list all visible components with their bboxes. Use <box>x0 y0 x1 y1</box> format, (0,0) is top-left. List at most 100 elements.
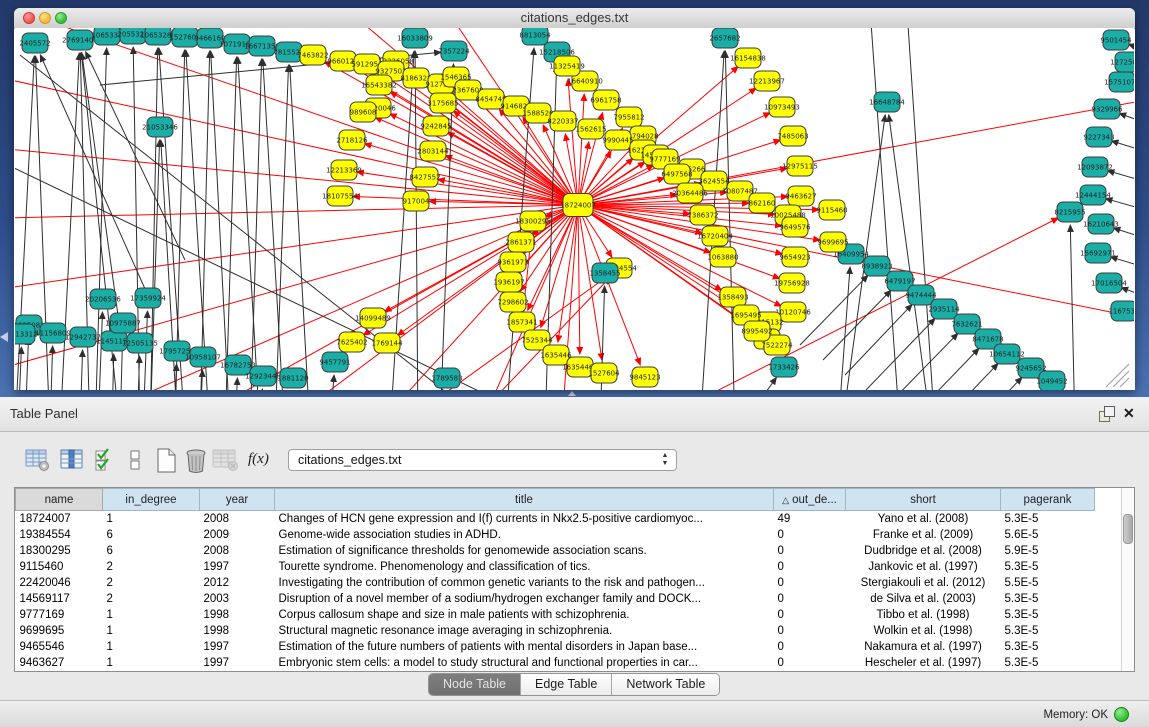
zoom-window-button[interactable] <box>55 12 67 24</box>
table-row[interactable]: 969969511998Structural magnetic resonanc… <box>16 623 1095 639</box>
graph-node[interactable]: 2405572 <box>19 33 50 53</box>
graph-node[interactable]: 2803144 <box>417 141 449 161</box>
graph-node[interactable]: 10958107 <box>185 347 221 367</box>
graph-node[interactable]: 1527604 <box>588 363 620 383</box>
graph-node[interactable]: 2657682 <box>709 28 740 48</box>
graph-node[interactable]: 16033809 <box>397 28 433 48</box>
graph-node[interactable]: 15751074 <box>1104 72 1134 92</box>
graph-node[interactable]: 1789583 <box>431 368 462 388</box>
splitter-handle-icon[interactable] <box>568 391 576 396</box>
graph-node[interactable]: 8215955 <box>1054 202 1085 222</box>
graph-node[interactable]: 17359924 <box>130 288 166 308</box>
graph-node[interactable]: 12975115 <box>782 156 818 176</box>
graph-node[interactable]: 18300295 <box>515 211 551 231</box>
graph-node[interactable]: 11325419 <box>549 56 585 76</box>
graph-node[interactable]: 12093872 <box>1077 157 1113 177</box>
minimize-window-button[interactable] <box>39 12 51 24</box>
close-window-button[interactable] <box>23 12 35 24</box>
network-graph[interactable]: 1872400718300295193845542405572276914061… <box>15 28 1134 390</box>
graph-node[interactable]: 1881120 <box>277 368 308 388</box>
graph-node[interactable]: 12505135 <box>122 333 158 353</box>
graph-node[interactable]: 16543382 <box>361 75 397 95</box>
graph-node[interactable]: 12725055 <box>1110 52 1134 72</box>
graph-node[interactable]: 3175685 <box>427 93 458 113</box>
graph-node[interactable]: 7625402 <box>336 332 367 352</box>
memory-ok-indicator-icon[interactable] <box>1114 707 1129 722</box>
table-row[interactable]: 946554611997Estimation of the future num… <box>16 639 1095 655</box>
table-row[interactable]: 1872400712008Changes of HCN gene express… <box>16 511 1095 528</box>
column-header-year[interactable]: year <box>200 489 275 511</box>
column-header-name[interactable]: name <box>16 489 103 511</box>
graph-node[interactable]: 9649576 <box>779 217 811 237</box>
delete-columns-icon[interactable] <box>184 448 208 479</box>
column-header-out_degree[interactable]: △out_de... <box>774 489 846 511</box>
table-select-dropdown[interactable]: citations_edges.txt ▲▼ <box>288 449 677 471</box>
graph-node[interactable]: 7357224 <box>438 41 470 61</box>
graph-node[interactable]: 9361973 <box>497 252 528 272</box>
graph-node[interactable]: 9227343 <box>1083 127 1114 147</box>
table-row[interactable]: 946362711997Embryonic stem cells: a mode… <box>16 655 1095 671</box>
graph-node[interactable]: 9463627 <box>785 186 816 206</box>
graph-node[interactable]: 12213369 <box>326 160 362 180</box>
float-panel-icon[interactable] <box>1099 406 1117 422</box>
collapse-panel-arrow-icon[interactable] <box>0 332 8 342</box>
graph-node[interactable]: 989608 <box>350 102 377 122</box>
graph-node[interactable]: 1167531 <box>1108 301 1134 321</box>
graph-node[interactable]: 1769144 <box>371 333 403 353</box>
graph-node[interactable]: 6961758 <box>590 90 621 110</box>
tab-node-table[interactable]: Node Table <box>429 674 520 695</box>
graph-node[interactable]: 7386372 <box>687 205 718 225</box>
resize-grip-icon[interactable] <box>1106 364 1129 387</box>
graph-node[interactable]: 9329966 <box>1091 99 1123 119</box>
graph-node[interactable]: 18724007 <box>560 194 596 217</box>
select-all-columns-icon[interactable] <box>94 448 116 477</box>
tab-edge-table[interactable]: Edge Table <box>520 674 611 695</box>
close-panel-icon[interactable]: ✕ <box>1123 403 1135 423</box>
tab-network-table[interactable]: Network Table <box>611 674 719 695</box>
graph-node[interactable]: 7485063 <box>777 126 808 146</box>
table-row[interactable]: 1830029562008Estimation of significance … <box>16 543 1095 559</box>
graph-node[interactable]: 1063880 <box>707 247 738 267</box>
graph-node[interactable]: 9457791 <box>319 352 350 372</box>
graph-node[interactable]: 16648784 <box>869 92 905 112</box>
graph-node[interactable]: 7298602 <box>497 292 528 312</box>
column-header-in_degree[interactable]: in_degree <box>103 489 200 511</box>
graph-node[interactable]: 12213967 <box>749 71 785 91</box>
graph-node[interactable]: 20206536 <box>85 289 121 309</box>
graph-node[interactable]: 917004 <box>403 191 430 211</box>
function-builder-icon[interactable]: f(x) <box>248 450 269 468</box>
graph-node[interactable]: 1857341 <box>506 312 537 332</box>
graph-node[interactable]: 1936197 <box>493 272 524 292</box>
graph-node[interactable]: 15692971 <box>1080 243 1116 263</box>
graph-node[interactable]: 9654923 <box>779 247 810 267</box>
graph-node[interactable]: 21053346 <box>142 117 178 137</box>
graph-node[interactable]: 16154838 <box>730 48 766 68</box>
graph-node[interactable]: 19756928 <box>774 273 810 293</box>
graph-node[interactable]: 1358455 <box>589 263 620 283</box>
graph-node[interactable]: 1358493 <box>717 287 748 307</box>
table-row[interactable]: 911546021997Tourette syndrome. Phenomeno… <box>16 559 1095 575</box>
graph-node[interactable]: 16210643 <box>1083 214 1119 234</box>
graph-node[interactable]: 2861371 <box>505 232 536 252</box>
table-mode-icon[interactable] <box>25 448 51 477</box>
graph-node[interactable]: 7463822 <box>297 45 328 65</box>
graph-node[interactable]: 18107554 <box>322 186 358 206</box>
graph-node[interactable]: 9501454 <box>1100 30 1132 50</box>
show-column-icon[interactable] <box>60 448 84 477</box>
scrollbar-thumb[interactable] <box>1123 514 1133 544</box>
graph-node[interactable]: 862160 <box>749 193 776 213</box>
network-canvas[interactable]: 1872400718300295193845542405572276914061… <box>15 28 1134 390</box>
graph-node[interactable]: 17016504 <box>1091 273 1127 293</box>
table-row[interactable]: 977716911998Corpus callosum shape and si… <box>16 607 1095 623</box>
graph-node[interactable]: 8220337 <box>547 111 578 131</box>
table-row[interactable]: 2242004622012Investigating the contribut… <box>16 575 1095 591</box>
column-header-title[interactable]: title <box>275 489 774 511</box>
graph-node[interactable]: 2718126 <box>336 130 368 150</box>
unselect-all-columns-icon[interactable] <box>128 448 142 477</box>
graph-node[interactable]: 9845123 <box>629 367 660 387</box>
graph-node[interactable]: 9242845 <box>420 116 451 136</box>
table-row[interactable]: 1456911722003Disruption of a novel membe… <box>16 591 1095 607</box>
table-scrollbar[interactable] <box>1121 488 1134 671</box>
graph-node[interactable]: 8813054 <box>519 28 551 45</box>
column-header-short[interactable]: short <box>846 489 1001 511</box>
